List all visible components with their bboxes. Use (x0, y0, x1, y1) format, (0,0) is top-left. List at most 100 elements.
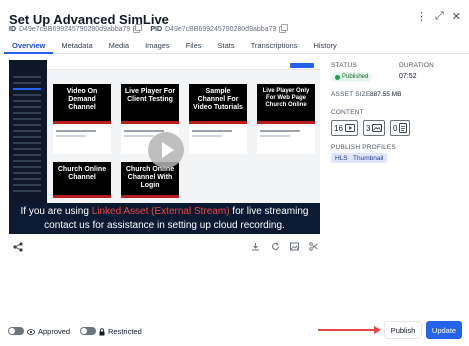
channel-thumbnail-title: Live Player For Client Testing (124, 88, 176, 103)
banner-line-2: contact us for assistance in setting up … (44, 220, 285, 231)
preview-sidebar-line (13, 160, 41, 162)
tab-stats[interactable]: Stats (210, 38, 243, 54)
play-button[interactable] (148, 132, 184, 168)
preview-sidebar-line (13, 172, 41, 174)
tab-files[interactable]: Files (178, 38, 210, 54)
channel-thumbnail-title: Live Player Only For Web Page Church Onl… (262, 88, 310, 108)
copy-pid-icon[interactable] (279, 24, 289, 33)
close-icon[interactable]: ✕ (452, 10, 461, 23)
publish-profiles-label: PUBLISH PROFILES (331, 144, 396, 151)
restricted-control: Restricted (99, 327, 142, 336)
info-line (56, 135, 86, 137)
banner-text: If you are using (20, 206, 92, 217)
preview-sidebar-line (13, 130, 41, 132)
info-line (124, 135, 154, 137)
tab-history[interactable]: History (305, 38, 344, 54)
preview-sidebar-line (13, 76, 41, 78)
download-icon[interactable] (251, 242, 260, 253)
preview-sidebar-line (13, 142, 41, 144)
preview-app-topbar (47, 60, 320, 70)
expand-icon[interactable]: ⤢ (435, 10, 444, 23)
image-icon[interactable] (290, 242, 299, 253)
channel-info-card (53, 126, 111, 154)
preview-sidebar-line (13, 190, 41, 192)
preview-sidebar-line (13, 112, 41, 114)
id-value: D49e7cBB6992457902​80d9abba79 (19, 26, 131, 33)
thumbnail-accent (53, 121, 111, 124)
video-count: 16 (334, 123, 343, 133)
preview-sidebar-line (13, 148, 41, 150)
preview-toolbar (9, 241, 320, 255)
channel-thumbnail-title: Video On Demand Channel (66, 88, 98, 111)
preview-sidebar-line (13, 106, 41, 108)
status-value: Published (342, 74, 369, 80)
content-document-count[interactable]: 0 (390, 120, 411, 136)
tab-overview[interactable]: Overview (4, 38, 54, 54)
share-icon[interactable] (13, 242, 23, 255)
tab-bar: Overview Metadata Media Images Files Sta… (0, 38, 469, 54)
dialog-header: Set Up Advanced SimLive ID D49e7cBB69924… (0, 0, 469, 38)
tab-images[interactable]: Images (137, 38, 178, 54)
preview-sidebar-line (13, 88, 41, 90)
channel-thumbnail: Live Player For Client Testing (121, 84, 179, 124)
profile-chip-thumbnail[interactable]: Thumbnail (349, 153, 388, 163)
preview-sidebar-line (13, 166, 41, 168)
pointer-arrow (318, 326, 381, 334)
content-image-count[interactable]: 3 (363, 120, 386, 136)
restricted-toggle[interactable] (80, 327, 96, 335)
eye-icon (27, 328, 35, 335)
channel-thumbnail-title: Church Online Channel (57, 166, 107, 181)
publish-button[interactable]: Publish (384, 321, 422, 339)
preview-sidebar-line (13, 124, 41, 126)
preview-sidebar-line (13, 94, 41, 96)
channel-info-card (189, 126, 247, 154)
more-options-icon[interactable]: ⋮ (416, 10, 427, 23)
tab-metadata[interactable]: Metadata (53, 38, 100, 54)
video-preview[interactable]: Video On Demand Channel Live Player For … (9, 60, 320, 234)
duration-value: 07:52 (399, 73, 417, 80)
info-banner: If you are using Linked Asset (External … (9, 203, 320, 234)
content-video-count[interactable]: 16 (331, 120, 358, 136)
document-count: 0 (393, 123, 398, 133)
channel-thumbnail: Church Online Channel (53, 162, 111, 198)
preview-sidebar-line (13, 118, 41, 120)
info-line (260, 135, 290, 137)
preview-sidebar-line (13, 184, 41, 186)
channel-thumbnail: Sample Channel For Video Tutorials (189, 84, 247, 124)
copy-id-icon[interactable] (133, 24, 143, 33)
thumbnail-accent (121, 121, 179, 124)
channel-thumbnail: Live Player Only For Web Page Church Onl… (257, 84, 315, 124)
status-label: STATUS (331, 62, 357, 69)
image-icon (372, 124, 383, 132)
video-icon (344, 124, 355, 132)
thumbnail-accent (53, 195, 111, 198)
info-line (56, 130, 96, 132)
preview-sidebar-line (13, 178, 41, 180)
thumbnail-accent (121, 195, 179, 198)
refresh-icon[interactable] (271, 242, 280, 253)
channel-info-card (257, 126, 315, 154)
preview-sidebar-line (13, 82, 41, 84)
asset-details: STATUS Published DURATION 07:52 ASSET SI… (331, 60, 465, 245)
thumbnail-accent (257, 121, 315, 124)
pid-value: D49e7cBB6992457902​80d9abba79 (165, 26, 277, 33)
approved-toggle[interactable] (8, 327, 24, 335)
pid-label: PID (150, 26, 162, 33)
info-line (260, 130, 300, 132)
approved-control: Approved (27, 327, 70, 336)
document-icon (399, 123, 408, 133)
preview-sidebar-line (13, 154, 41, 156)
asset-size-label: ASSET SIZE (331, 91, 371, 98)
preview-sidebar-line (13, 136, 41, 138)
scissors-icon[interactable] (309, 242, 318, 253)
tab-transcriptions[interactable]: Transcriptions (243, 38, 306, 54)
asset-size-value: 887.55 MB (370, 91, 402, 98)
lock-icon (99, 327, 105, 335)
update-button[interactable]: Update (426, 321, 462, 339)
banner-highlight: Linked Asset (External Stream) (91, 206, 230, 217)
tab-media[interactable]: Media (101, 38, 137, 54)
preview-new-button (290, 63, 314, 68)
banner-line-1: If you are using Linked Asset (External … (9, 206, 320, 217)
asset-ids: ID D49e7cBB6992457902​80d9abba79 PID D49… (9, 24, 289, 33)
channel-thumbnail: Video On Demand Channel (53, 84, 111, 124)
